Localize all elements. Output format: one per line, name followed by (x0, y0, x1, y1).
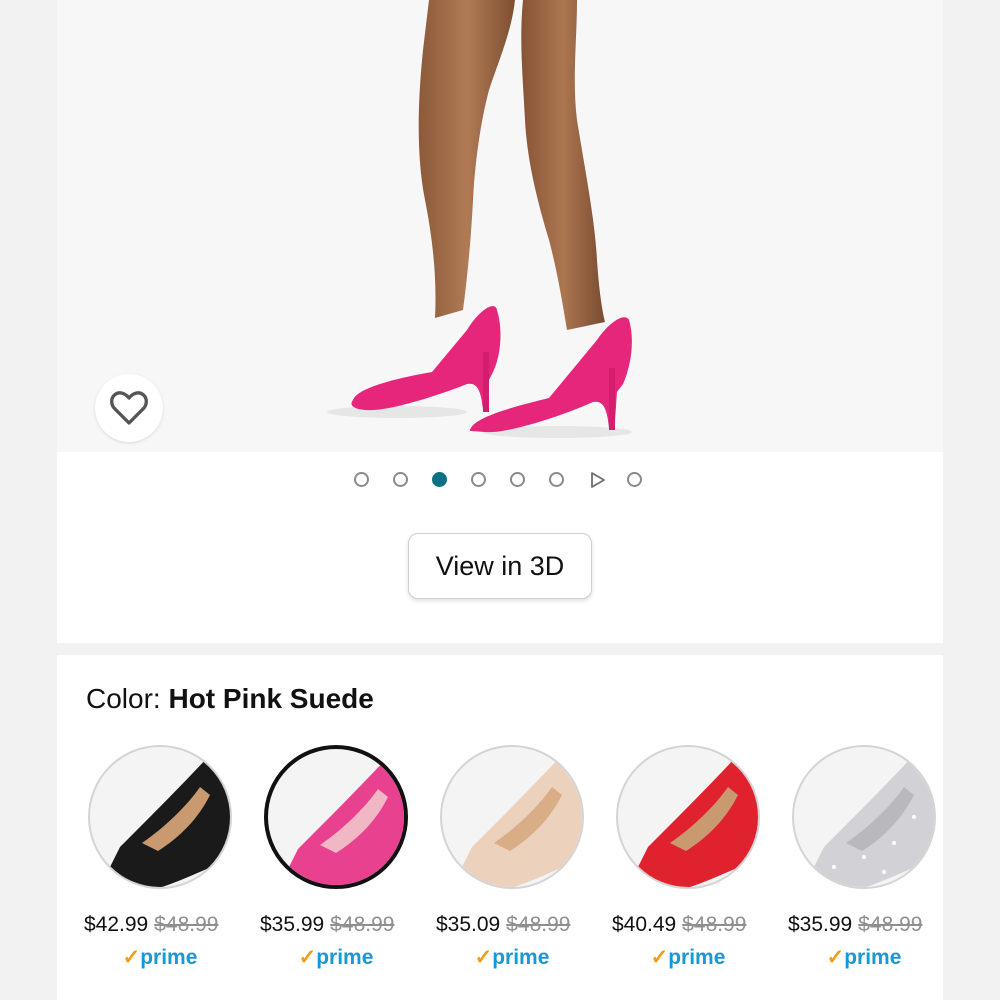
prime-badge: ✓prime (122, 946, 198, 969)
swatch-price: $35.99 (788, 913, 853, 936)
carousel-dot-6[interactable] (549, 472, 564, 487)
color-swatch-red[interactable]: $40.49 $48.99 ✓prime (612, 745, 792, 985)
view-in-3d-label: View in 3D (435, 550, 565, 581)
prime-check-icon: ✓ (122, 946, 141, 969)
swatch-price: $35.09 (436, 913, 501, 936)
view-in-3d-button[interactable]: View in 3D (408, 533, 592, 599)
prime-badge: ✓prime (474, 946, 550, 969)
prime-check-icon: ✓ (298, 946, 317, 969)
color-swatch-nude[interactable]: $35.09 $48.99 ✓prime (436, 745, 616, 985)
swatch-image (88, 745, 232, 889)
swatch-image (440, 745, 584, 889)
product-image[interactable] (57, 0, 943, 452)
carousel-dot-1[interactable] (354, 472, 369, 487)
prime-check-icon: ✓ (650, 946, 669, 969)
color-swatch-silver-glitter[interactable]: $35.99 $48.99 ✓prime (788, 745, 968, 985)
carousel-dot-2[interactable] (393, 472, 408, 487)
prime-check-icon: ✓ (474, 946, 493, 969)
swatch-price: $35.99 (260, 913, 325, 936)
swatch-list-price: $48.99 (506, 913, 571, 936)
swatch-list-price: $48.99 (682, 913, 747, 936)
image-carousel-indicator (57, 469, 943, 493)
carousel-dot-8[interactable] (627, 472, 642, 487)
video-play-icon[interactable] (589, 471, 607, 489)
prime-badge: ✓prime (650, 946, 726, 969)
color-swatch-hot-pink[interactable]: $35.99 $48.99 ✓prime (260, 745, 440, 985)
prime-badge: ✓prime (826, 946, 902, 969)
color-swatch-black[interactable]: $42.99 $48.99 ✓prime (84, 745, 264, 985)
swatch-list-price: $48.99 (858, 913, 923, 936)
swatch-image (616, 745, 760, 889)
carousel-dot-5[interactable] (510, 472, 525, 487)
swatch-image (792, 745, 936, 889)
image-gallery-card: View in 3D (57, 0, 943, 643)
swatch-list-price: $48.99 (330, 913, 395, 936)
prime-check-icon: ✓ (826, 946, 845, 969)
carousel-dot-4[interactable] (471, 472, 486, 487)
swatch-price: $40.49 (612, 913, 677, 936)
swatch-image (264, 745, 408, 889)
swatch-list-price: $48.99 (154, 913, 219, 936)
prime-badge: ✓prime (298, 946, 374, 969)
color-label: Color: Hot Pink Suede (86, 683, 374, 714)
swatch-price: $42.99 (84, 913, 149, 936)
selected-color-name: Hot Pink Suede (168, 683, 374, 714)
heart-outline-icon (110, 391, 148, 425)
carousel-dot-3-active[interactable] (432, 472, 447, 487)
add-to-list-button[interactable] (95, 374, 163, 442)
